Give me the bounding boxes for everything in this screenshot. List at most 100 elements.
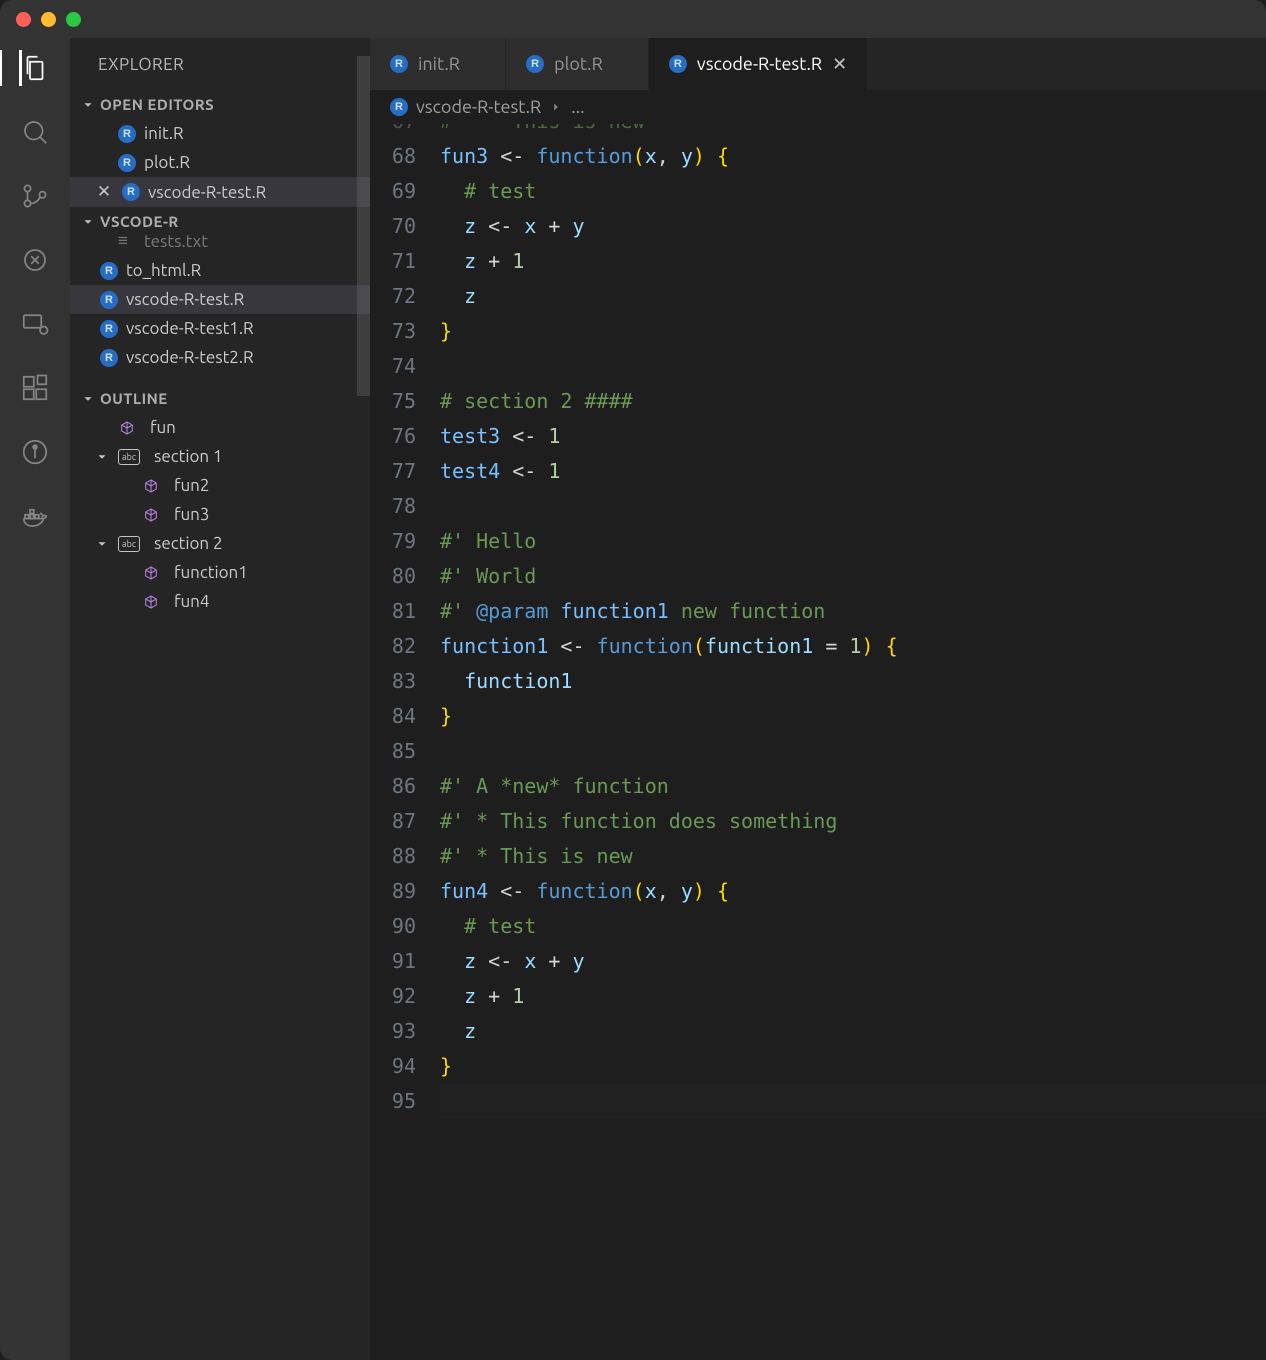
maximize-window-button[interactable]	[66, 12, 81, 27]
code-line[interactable]: 77test4 <- 1	[370, 454, 1266, 489]
explorer-icon[interactable]	[19, 52, 51, 84]
code-text: # * This is new	[440, 124, 1266, 139]
code-line[interactable]: 83 function1	[370, 664, 1266, 699]
code-line[interactable]: 68fun3 <- function(x, y) {	[370, 139, 1266, 174]
code-text: test4 <- 1	[440, 454, 1266, 489]
open-editor-item[interactable]: ✕ vscode-R-test.R	[70, 177, 370, 207]
code-line[interactable]: 91 z <- x + y	[370, 944, 1266, 979]
remote-icon[interactable]	[19, 308, 51, 340]
line-number: 69	[370, 174, 440, 209]
code-text: # test	[440, 909, 1266, 944]
code-line[interactable]: 78	[370, 489, 1266, 524]
editor-tab[interactable]: init.R✕	[370, 38, 506, 90]
code-line[interactable]: 69 # test	[370, 174, 1266, 209]
code-text: z <- x + y	[440, 944, 1266, 979]
debug-icon[interactable]	[19, 244, 51, 276]
file-item[interactable]: ≡tests.txt	[70, 226, 370, 256]
string-icon	[118, 449, 140, 465]
code-line[interactable]: 88#' * This is new	[370, 839, 1266, 874]
line-number: 86	[370, 769, 440, 804]
code-line[interactable]: 70 z <- x + y	[370, 209, 1266, 244]
outline-item[interactable]: section 1	[70, 442, 370, 471]
code-line[interactable]: 86#' A *new* function	[370, 769, 1266, 804]
line-number: 70	[370, 209, 440, 244]
chevron-down-icon	[80, 97, 96, 113]
file-label: init.R	[144, 124, 184, 143]
line-number: 82	[370, 629, 440, 664]
outline-label: function1	[174, 563, 248, 582]
line-number: 88	[370, 839, 440, 874]
editor-tab[interactable]: vscode-R-test.R ✕	[649, 38, 868, 90]
code-line[interactable]: 71 z + 1	[370, 244, 1266, 279]
code-line[interactable]: 92 z + 1	[370, 979, 1266, 1014]
search-icon[interactable]	[19, 116, 51, 148]
file-item[interactable]: vscode-R-test.R	[70, 285, 370, 314]
code-line[interactable]: 73}	[370, 314, 1266, 349]
file-item[interactable]: to_html.R	[70, 256, 370, 285]
code-editor[interactable]: 67# * This is new68fun3 <- function(x, y…	[370, 124, 1266, 1360]
file-label: vscode-R-test1.R	[126, 319, 254, 338]
scrollbar-thumb[interactable]	[357, 56, 370, 396]
minimize-window-button[interactable]	[41, 12, 56, 27]
code-line[interactable]: 87#' * This function does something	[370, 804, 1266, 839]
extensions-icon[interactable]	[19, 372, 51, 404]
outline-label: OUTLINE	[100, 390, 168, 407]
line-number: 93	[370, 1014, 440, 1049]
outline-header[interactable]: OUTLINE	[70, 384, 370, 413]
code-line[interactable]: 75# section 2 ####	[370, 384, 1266, 419]
docker-icon[interactable]	[19, 500, 51, 532]
close-icon[interactable]: ✕	[832, 54, 847, 75]
code-text: fun3 <- function(x, y) {	[440, 139, 1266, 174]
open-editor-item[interactable]: plot.R	[70, 148, 370, 177]
editor-tab[interactable]: plot.R✕	[506, 38, 649, 90]
code-line[interactable]: 85	[370, 734, 1266, 769]
code-line[interactable]: 76test3 <- 1	[370, 419, 1266, 454]
close-icon[interactable]: ✕	[94, 182, 114, 202]
line-number: 89	[370, 874, 440, 909]
code-text: #' A *new* function	[440, 769, 1266, 804]
line-number: 91	[370, 944, 440, 979]
code-line[interactable]: 84}	[370, 699, 1266, 734]
code-line[interactable]: 72 z	[370, 279, 1266, 314]
source-control-icon[interactable]	[19, 180, 51, 212]
code-line[interactable]: 67# * This is new	[370, 124, 1266, 139]
line-number: 72	[370, 279, 440, 314]
line-number: 83	[370, 664, 440, 699]
code-line[interactable]: 80#' World	[370, 559, 1266, 594]
outline-item[interactable]: function1	[70, 558, 370, 587]
close-window-button[interactable]	[16, 12, 31, 27]
outline-item[interactable]: fun4	[70, 587, 370, 616]
breadcrumbs[interactable]: vscode-R-test.R ...	[370, 90, 1266, 124]
line-number: 94	[370, 1049, 440, 1084]
code-line[interactable]: 94}	[370, 1049, 1266, 1084]
tab-label: vscode-R-test.R	[697, 54, 822, 74]
r-file-icon	[390, 55, 408, 73]
outline-item[interactable]: fun2	[70, 471, 370, 500]
git-graph-icon[interactable]	[19, 436, 51, 468]
outline-item[interactable]: section 2	[70, 529, 370, 558]
code-line[interactable]: 74	[370, 349, 1266, 384]
file-label: vscode-R-test.R	[148, 183, 266, 202]
file-label: vscode-R-test.R	[126, 290, 244, 309]
editor-area: init.R✕plot.R✕ vscode-R-test.R ✕ vscode-R-…	[370, 38, 1266, 1360]
outline-item[interactable]: fun3	[70, 500, 370, 529]
string-icon	[118, 536, 140, 552]
code-text	[440, 349, 1266, 384]
code-text	[440, 489, 1266, 524]
code-text: z + 1	[440, 244, 1266, 279]
code-text: z <- x + y	[440, 209, 1266, 244]
code-line[interactable]: 81#' @param function1 new function	[370, 594, 1266, 629]
code-line[interactable]: 95	[370, 1084, 1266, 1119]
code-line[interactable]: 82function1 <- function(function1 = 1) {	[370, 629, 1266, 664]
line-number: 74	[370, 349, 440, 384]
file-item[interactable]: vscode-R-test2.R	[70, 343, 370, 372]
outline-item[interactable]: fun	[70, 413, 370, 442]
code-line[interactable]: 90 # test	[370, 909, 1266, 944]
code-line[interactable]: 79#' Hello	[370, 524, 1266, 559]
file-item[interactable]: vscode-R-test1.R	[70, 314, 370, 343]
r-file-icon	[100, 262, 118, 280]
open-editor-item[interactable]: init.R	[70, 119, 370, 148]
open-editors-header[interactable]: OPEN EDITORS	[70, 90, 370, 119]
code-line[interactable]: 89fun4 <- function(x, y) {	[370, 874, 1266, 909]
code-line[interactable]: 93 z	[370, 1014, 1266, 1049]
